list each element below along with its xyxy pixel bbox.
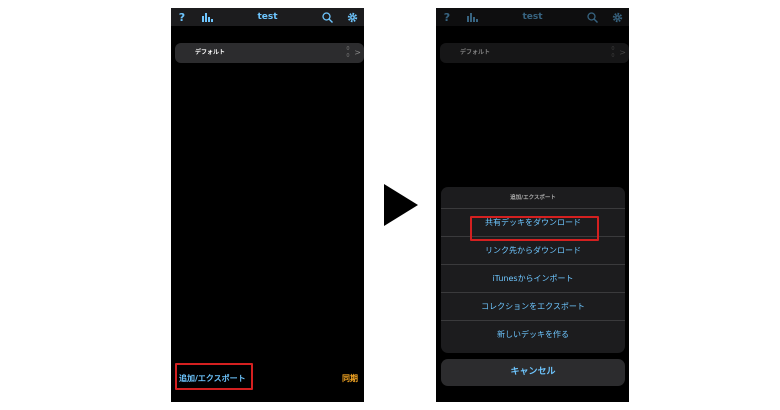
deck-name: デフォルト — [460, 49, 491, 56]
chevron-right-icon: > — [619, 48, 626, 57]
create-new-deck-option[interactable]: 新しいデッキを作る — [441, 321, 625, 349]
top-toolbar: ? test — [171, 8, 364, 26]
chevron-right-icon: > — [354, 48, 361, 57]
deck-count-bottom: 0 — [611, 53, 615, 59]
right-phone-screen: ? test デフォルト 0 0 > 追加/エクスポート 共有デッキをダウンロー… — [436, 8, 629, 402]
bar-chart-icon[interactable] — [201, 8, 213, 26]
deck-counts: 0 0 — [344, 46, 352, 60]
top-toolbar: ? test — [436, 8, 629, 26]
deck-row-default[interactable]: デフォルト 0 0 > — [175, 43, 364, 63]
deck-count-bottom: 0 — [346, 53, 350, 59]
deck-name: デフォルト — [195, 49, 226, 56]
bar-chart-icon[interactable] — [466, 8, 478, 26]
help-icon[interactable]: ? — [177, 8, 187, 26]
search-icon[interactable] — [321, 8, 333, 26]
cancel-button[interactable]: キャンセル — [441, 359, 625, 386]
arrow-right-icon — [384, 184, 418, 226]
gear-icon[interactable] — [346, 8, 358, 26]
deck-count-top: 0 — [611, 46, 615, 52]
action-sheet-title: 追加/エクスポート — [441, 187, 625, 209]
left-phone-screen: ? test デフォルト 0 0 > 追加/エクスポート 同期 — [171, 8, 364, 402]
help-icon[interactable]: ? — [442, 8, 452, 26]
highlight-box-add-export — [175, 363, 253, 390]
search-icon[interactable] — [586, 8, 598, 26]
export-collection-option[interactable]: コレクションをエクスポート — [441, 293, 625, 321]
sync-button[interactable]: 同期 — [342, 373, 358, 384]
download-from-link-option[interactable]: リンク先からダウンロード — [441, 237, 625, 265]
highlight-box-download-shared-deck — [470, 216, 599, 241]
deck-count-top: 0 — [346, 46, 350, 52]
deck-counts: 0 0 — [609, 46, 617, 60]
app-title: test — [522, 12, 543, 22]
gear-icon[interactable] — [611, 8, 623, 26]
app-title: test — [257, 12, 278, 22]
deck-row-default[interactable]: デフォルト 0 0 > — [440, 43, 629, 63]
import-from-itunes-option[interactable]: iTunesからインポート — [441, 265, 625, 293]
action-sheet: 追加/エクスポート 共有デッキをダウンロード リンク先からダウンロード iTun… — [441, 187, 625, 353]
